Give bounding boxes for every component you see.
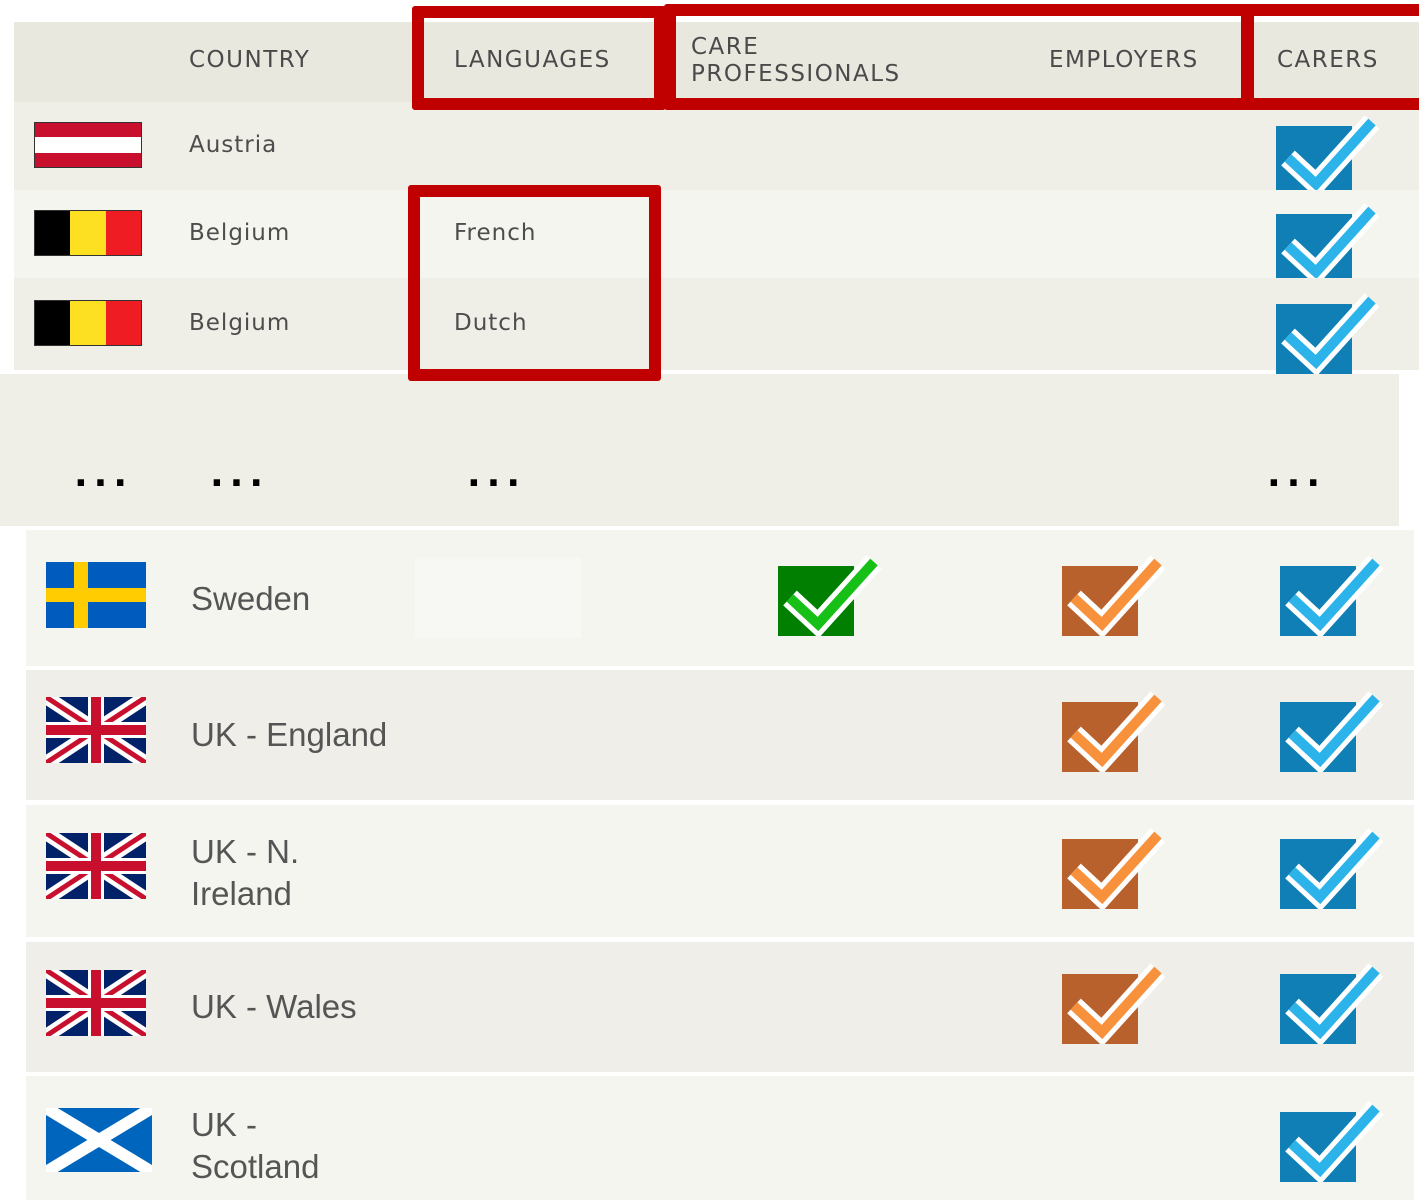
table-row: UK - England	[26, 670, 1414, 800]
country-cell-line1: UK - N.	[191, 833, 300, 870]
carers-check-icon	[1280, 960, 1388, 1044]
country-cell: Sweden	[191, 580, 311, 617]
carers-check-icon	[1280, 1098, 1388, 1182]
care-employers-header-highlight	[664, 4, 1254, 110]
scotland-flag-icon	[46, 1108, 152, 1172]
languages-header-highlight	[412, 6, 666, 110]
carers-check-icon	[1276, 290, 1384, 374]
ellipsis-carers: ...	[1267, 454, 1327, 495]
uk-flag-icon	[46, 697, 146, 763]
austria-flag-icon	[34, 122, 142, 168]
country-header: COUNTRY	[189, 47, 311, 73]
carers-check-icon	[1280, 825, 1388, 909]
country-cell-line2: Ireland	[191, 875, 292, 912]
ellipsis-flag: ...	[74, 454, 134, 495]
uk-flag-icon	[46, 833, 146, 899]
sweden-language-cell	[415, 558, 581, 638]
carers-header-highlight	[1241, 4, 1419, 110]
languages-cells-highlight	[408, 185, 661, 381]
employers-check-icon	[1062, 688, 1170, 772]
carers-check-icon	[1276, 200, 1384, 284]
belgium-flag-icon	[34, 210, 142, 256]
sweden-flag-icon	[46, 562, 146, 628]
carers-check-icon	[1280, 552, 1388, 636]
table-row: Belgium French	[14, 190, 1419, 278]
table-row: UK - N. Ireland	[26, 805, 1414, 937]
table-row: UK - Wales	[26, 942, 1414, 1072]
omitted-rows-band: ... ... ... ...	[0, 374, 1399, 526]
carers-check-icon	[1276, 112, 1384, 196]
belgium-flag-icon	[34, 300, 142, 346]
table-row: Austria	[14, 102, 1419, 190]
country-cell: UK - England	[191, 716, 388, 753]
ellipsis-country: ...	[210, 454, 270, 495]
care-professionals-check-icon	[778, 552, 886, 636]
table-row: UK - Scotland	[26, 1076, 1414, 1200]
country-cell-line1: UK -	[191, 1106, 257, 1143]
carers-check-icon	[1280, 688, 1388, 772]
uk-flag-icon	[46, 970, 146, 1036]
country-cell: Austria	[189, 132, 278, 158]
country-cell: Belgium	[189, 310, 291, 336]
employers-check-icon	[1062, 552, 1170, 636]
country-cell: UK - Wales	[191, 988, 357, 1025]
table-row: Sweden	[26, 530, 1414, 666]
employers-check-icon	[1062, 960, 1170, 1044]
country-cell: Belgium	[189, 220, 291, 246]
ellipsis-language: ...	[467, 454, 527, 495]
employers-check-icon	[1062, 825, 1170, 909]
country-cell-line2: Scotland	[191, 1148, 320, 1185]
table-row: Belgium Dutch	[14, 278, 1419, 370]
